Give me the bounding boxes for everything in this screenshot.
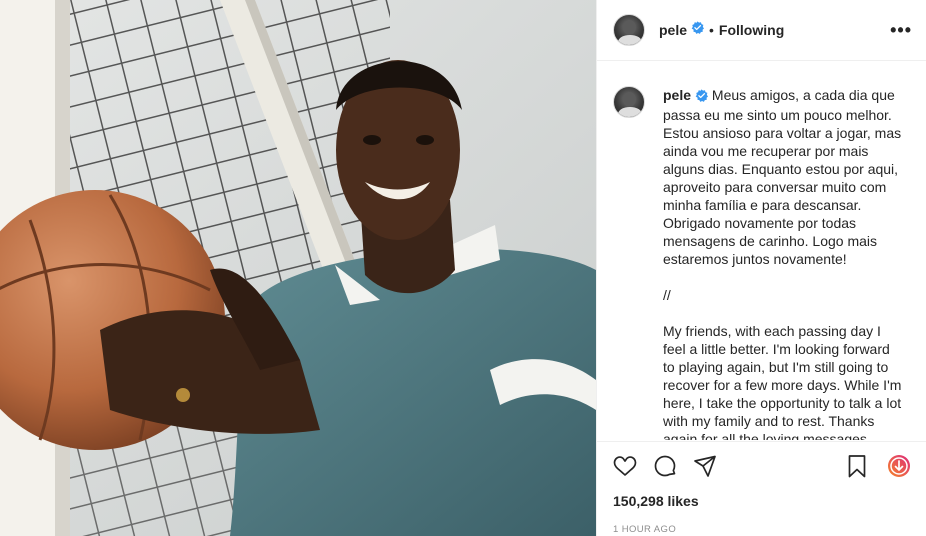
post-header: pele • Following ••• bbox=[597, 0, 926, 61]
separator-dot: • bbox=[709, 22, 714, 38]
caption: pele Meus amigos, a cada dia que passa e… bbox=[613, 86, 911, 440]
caption-username[interactable]: pele bbox=[663, 87, 691, 103]
post-side-panel: pele • Following ••• pele Meus amigos, a… bbox=[596, 0, 926, 536]
caption-avatar[interactable] bbox=[613, 86, 645, 118]
comments-area[interactable]: pele Meus amigos, a cada dia que passa e… bbox=[597, 62, 926, 440]
verified-badge-icon bbox=[691, 21, 705, 39]
comment-icon[interactable] bbox=[653, 454, 677, 478]
heart-icon[interactable] bbox=[613, 454, 637, 478]
share-icon[interactable] bbox=[693, 454, 717, 478]
post-photo[interactable] bbox=[0, 0, 596, 536]
post-actions: 150,298 likes 1 HOUR AGO bbox=[597, 441, 926, 535]
avatar[interactable] bbox=[613, 14, 645, 46]
verified-badge-icon bbox=[695, 88, 709, 106]
caption-text-block: pele Meus amigos, a cada dia que passa e… bbox=[663, 86, 903, 440]
likes-count[interactable]: 150,298 likes bbox=[613, 493, 911, 509]
following-button[interactable]: Following bbox=[719, 22, 784, 38]
download-circle-icon[interactable] bbox=[887, 454, 911, 478]
header-username[interactable]: pele bbox=[659, 22, 687, 38]
post-image bbox=[0, 0, 596, 536]
more-options-button[interactable]: ••• bbox=[890, 21, 912, 39]
post-timestamp[interactable]: 1 HOUR AGO bbox=[613, 524, 911, 535]
action-bar bbox=[613, 450, 911, 482]
caption-text: Meus amigos, a cada dia que passa eu me … bbox=[663, 87, 902, 440]
bookmark-icon[interactable] bbox=[845, 454, 869, 478]
